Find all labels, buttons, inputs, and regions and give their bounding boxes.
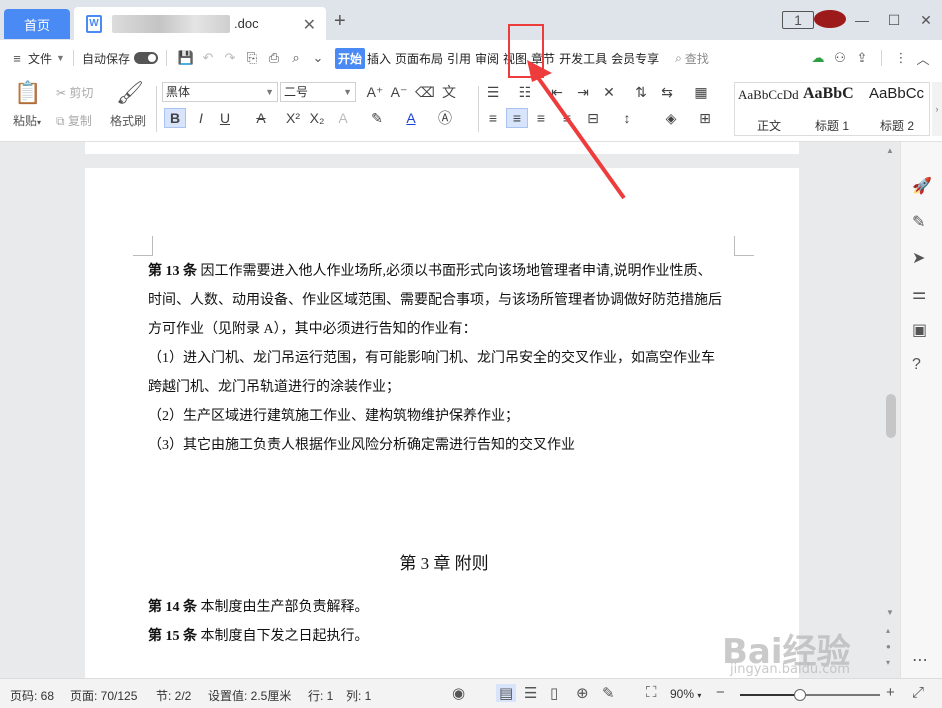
watermark-url: jingyan.baidu.com <box>730 662 850 677</box>
baidu-watermark: Bai经验 jingyan.baidu.com <box>722 624 851 677</box>
annotation-arrow <box>527 60 626 200</box>
